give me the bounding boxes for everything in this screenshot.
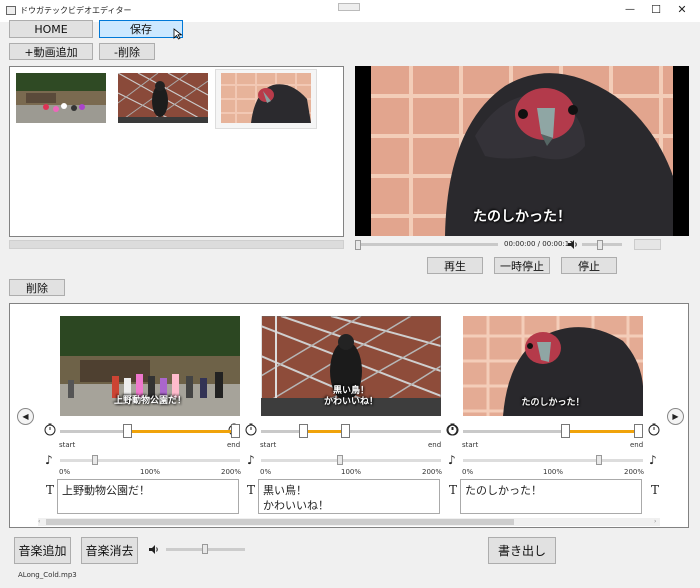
- music-file-name: ALong_Cold.mp3: [18, 571, 77, 579]
- clip-3-vol-mid: 100%: [543, 468, 564, 476]
- clip-1-timer-start-icon: [44, 423, 56, 436]
- clip-2-vol-mid: 100%: [341, 468, 362, 476]
- clip-1-trim-fill: [128, 430, 236, 433]
- music-volume-slider[interactable]: [166, 544, 245, 556]
- clip-3-volume-thumb[interactable]: [596, 455, 602, 465]
- save-button[interactable]: 保存: [99, 20, 183, 38]
- clip-2-vol-max: 200%: [422, 468, 443, 476]
- add-music-button[interactable]: 音楽追加: [14, 537, 71, 564]
- library-thumb-eagle[interactable]: [221, 73, 311, 123]
- play-button[interactable]: 再生: [427, 257, 483, 274]
- clip-2-volume-slider[interactable]: [261, 455, 441, 467]
- title-bar: ドウガテックビデオエディター — ☐ ✕: [0, 0, 700, 22]
- clip-1-note-icon: ♪: [45, 453, 53, 467]
- clip-4-text-icon-partial: T: [651, 483, 660, 497]
- window-title: ドウガテックビデオエディター: [20, 6, 132, 15]
- minimize-button[interactable]: —: [620, 4, 640, 15]
- clip-3-vol-max: 200%: [624, 468, 645, 476]
- clip-2-subtitle: 黒い鳥！ かわいいね！: [323, 386, 378, 407]
- clip-1-vol-min: 0%: [59, 468, 71, 476]
- clip-3-vol-min: 0%: [462, 468, 474, 476]
- clip-3-start-label: start: [462, 441, 479, 449]
- playback-slider[interactable]: [355, 240, 498, 250]
- clip-3-trim-handle-a[interactable]: [561, 424, 570, 438]
- library-thumb-zoo[interactable]: [16, 73, 106, 123]
- add-video-button[interactable]: +動画追加: [9, 43, 93, 60]
- stop-button[interactable]: 停止: [561, 257, 617, 274]
- clip-1-vol-mid: 100%: [140, 468, 161, 476]
- clip-3-trim-slider[interactable]: [463, 423, 643, 439]
- clip-1-thumbnail[interactable]: 上野動物公園だ！: [60, 316, 240, 416]
- clip-2-trim-slider[interactable]: [261, 423, 441, 439]
- clip-3-volume-slider[interactable]: [463, 455, 643, 467]
- clip-1-subtitle: 上野動物公園だ！: [113, 396, 186, 406]
- speaker-icon: [568, 240, 577, 249]
- maximize-button[interactable]: ☐: [646, 3, 666, 16]
- remove-music-button[interactable]: 音楽消去: [81, 537, 138, 564]
- clip-3-timer-end-icon: [648, 423, 660, 436]
- home-button[interactable]: HOME: [9, 20, 93, 38]
- clip-1-text-icon: T: [46, 483, 55, 497]
- clip-3-trim-fill: [566, 430, 639, 433]
- scroll-left-icon[interactable]: ◀: [17, 408, 34, 425]
- library-thumb-bird[interactable]: [118, 73, 208, 123]
- clip-2-trim-handle-a[interactable]: [299, 424, 308, 438]
- clip-1-volume-slider[interactable]: [60, 455, 240, 467]
- clip-3-timer-start-icon: [447, 423, 459, 436]
- clip-1-text-input[interactable]: 上野動物公園だ！: [57, 479, 239, 514]
- clip-2-text-icon: T: [247, 483, 256, 497]
- preview-progress-box: [634, 239, 661, 250]
- timeline-scroll-thumb[interactable]: [46, 519, 514, 525]
- clip-1-volume-thumb[interactable]: [92, 455, 98, 465]
- clip-2-text-input[interactable]: 黒い鳥！ かわいいね！: [258, 479, 440, 514]
- playback-thumb[interactable]: [355, 240, 361, 250]
- clip-2-trim-handle-b[interactable]: [341, 424, 350, 438]
- clip-1-trim-handle-a[interactable]: [123, 424, 132, 438]
- timeline-scroll-right-arrow[interactable]: ›: [654, 518, 656, 525]
- music-volume-thumb[interactable]: [202, 544, 208, 554]
- clip-1-trim-slider[interactable]: [60, 423, 240, 439]
- clip-2-timer-start-icon: [245, 423, 257, 436]
- music-speaker-icon: [149, 545, 158, 554]
- time-readout: 00:00:00 / 00:00:11: [504, 240, 574, 248]
- preview-volume-thumb[interactable]: [597, 240, 603, 250]
- export-button[interactable]: 書き出し: [488, 537, 556, 564]
- clip-2-thumbnail[interactable]: 黒い鳥！ かわいいね！: [261, 316, 441, 416]
- clip-2-vol-min: 0%: [260, 468, 272, 476]
- library-scrollbar[interactable]: [9, 240, 344, 249]
- clip-3-trim-handle-b[interactable]: [634, 424, 643, 438]
- clip-3-thumbnail[interactable]: たのしかった！: [463, 316, 643, 416]
- clip-3-end-label: end: [630, 441, 644, 449]
- clip-3-text-input[interactable]: たのしかった！: [460, 479, 642, 514]
- close-button[interactable]: ✕: [672, 3, 692, 16]
- preview-volume-slider[interactable]: [582, 240, 622, 250]
- timeline-delete-button[interactable]: 削除: [9, 279, 65, 296]
- clip-1-start-label: start: [59, 441, 76, 449]
- clip-3-note-icon-right: ♪: [649, 453, 657, 467]
- app-icon: [6, 6, 16, 15]
- clip-1-trim-handle-b[interactable]: [231, 424, 240, 438]
- clip-2-start-label: start: [260, 441, 277, 449]
- clip-3-note-icon: ♪: [448, 453, 456, 467]
- preview-subtitle: たのしかった！: [473, 209, 571, 225]
- timeline-panel: ◀ ▶ 上野動物公園だ！ start end ♪ 0% 100% 200% T …: [9, 303, 689, 528]
- remove-video-button[interactable]: -削除: [99, 43, 155, 60]
- pause-button[interactable]: 一時停止: [494, 257, 550, 274]
- timeline-scroll-left-arrow[interactable]: ‹: [38, 518, 40, 525]
- clip-3-text-icon: T: [449, 483, 458, 497]
- preview-video[interactable]: たのしかった！: [355, 66, 689, 236]
- cursor-icon: [173, 28, 183, 40]
- scroll-right-icon[interactable]: ▶: [667, 408, 684, 425]
- drag-grip[interactable]: [338, 3, 360, 11]
- clip-3-subtitle: たのしかった！: [521, 398, 585, 408]
- clip-2-trim-fill: [304, 430, 346, 433]
- media-library: [9, 66, 344, 237]
- timeline-scrollbar[interactable]: ‹ ›: [38, 518, 660, 526]
- clip-2-end-label: end: [428, 441, 442, 449]
- clip-1-vol-max: 200%: [221, 468, 242, 476]
- clip-2-volume-thumb[interactable]: [337, 455, 343, 465]
- clip-2-note-icon: ♪: [247, 453, 255, 467]
- clip-1-end-label: end: [227, 441, 241, 449]
